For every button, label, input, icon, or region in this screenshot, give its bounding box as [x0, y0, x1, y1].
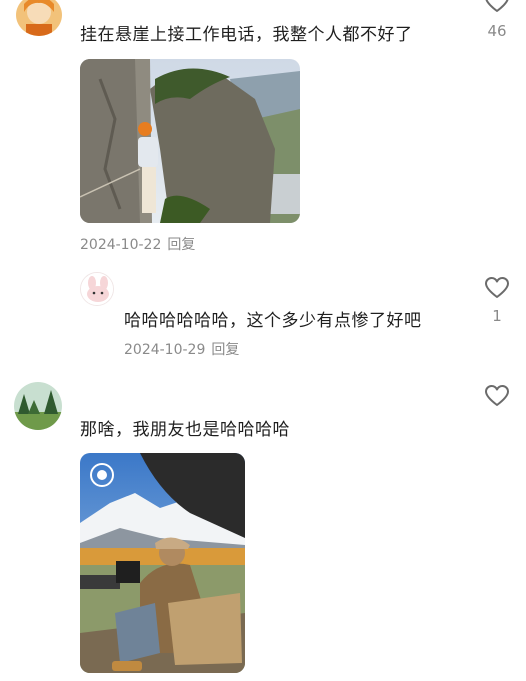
comment-1-photo[interactable] — [80, 59, 300, 223]
comment-3-photo[interactable] — [80, 453, 245, 673]
comment-3-text: 那啥，我朋友也是哈哈哈哈 — [80, 420, 290, 440]
comment-2-like-button[interactable] — [484, 276, 510, 300]
user-avatar-icon — [14, 382, 62, 430]
comment-1-meta: 2024-10-22 回复 — [80, 234, 195, 254]
user-avatar-icon — [81, 273, 113, 305]
comment-2-avatar[interactable] — [80, 272, 114, 306]
comment-2-date: 2024-10-29 — [124, 342, 206, 358]
heart-outline-icon — [485, 0, 509, 12]
comment-1-avatar[interactable] — [16, 0, 62, 36]
comment-1-date: 2024-10-22 — [80, 237, 162, 253]
heart-outline-icon — [485, 277, 509, 298]
comment-1-text: 挂在悬崖上接工作电话，我整个人都不好了 — [80, 25, 413, 45]
comment-2-text: 哈哈哈哈哈哈，这个多少有点惨了好吧 — [124, 311, 422, 331]
comment-3-like-button[interactable] — [484, 384, 510, 408]
comment-1-like-button[interactable] — [484, 0, 510, 12]
comment-3-avatar[interactable] — [14, 382, 62, 430]
user-avatar-icon — [16, 0, 62, 36]
comment-2-reply-button[interactable]: 回复 — [211, 342, 239, 358]
comment-2-meta: 2024-10-29 回复 — [124, 339, 239, 359]
comment-1-reply-button[interactable]: 回复 — [167, 237, 195, 253]
mountain-camping-photo-icon — [80, 453, 245, 673]
heart-outline-icon — [485, 385, 509, 406]
comment-1-like-count: 46 — [487, 22, 507, 40]
cliff-climbing-photo-icon — [80, 59, 300, 223]
comment-2-like-count: 1 — [492, 307, 502, 325]
